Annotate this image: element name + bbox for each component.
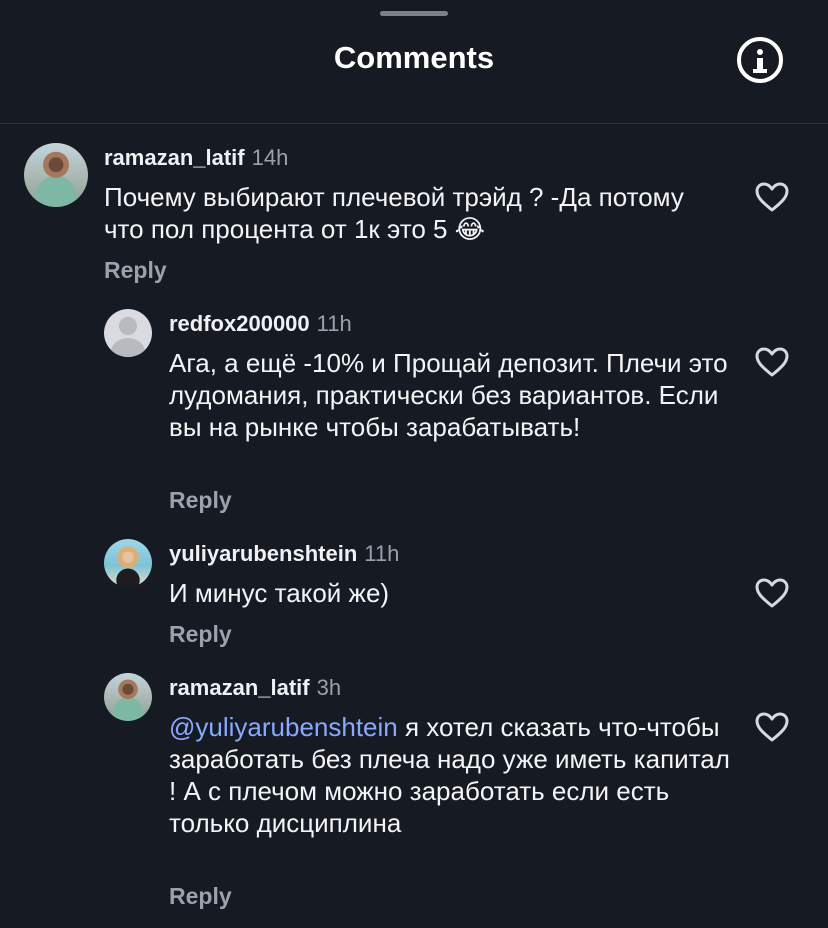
- avatar-head-icon: [119, 317, 137, 335]
- comments-header: Comments: [0, 0, 828, 124]
- avatar[interactable]: [104, 309, 152, 357]
- avatar-body-icon: [111, 338, 145, 357]
- heart-icon[interactable]: [755, 347, 789, 378]
- info-icon[interactable]: [737, 37, 783, 83]
- comment-text: Почему выбирают плечевой трэйд ? -Да пот…: [104, 182, 684, 244]
- heart-icon[interactable]: [755, 182, 789, 213]
- avatar[interactable]: [104, 539, 152, 587]
- username[interactable]: yuliyarubenshtein: [169, 541, 357, 566]
- comment-meta: ramazan_latif 14h: [104, 145, 288, 171]
- reply-button[interactable]: Reply: [169, 883, 232, 910]
- reply-button[interactable]: Reply: [169, 487, 232, 514]
- username[interactable]: ramazan_latif: [104, 145, 245, 170]
- comments-sheet: Comments ramazan_latif 14h Почему выбираю…: [0, 0, 828, 928]
- heart-icon[interactable]: [755, 712, 789, 743]
- comment-meta: ramazan_latif 3h: [169, 675, 341, 701]
- heart-icon[interactable]: [755, 578, 789, 609]
- info-icon-dot: [757, 49, 763, 55]
- avatar[interactable]: [24, 143, 88, 207]
- info-icon-base: [753, 69, 767, 73]
- comment-text: Ага, а ещё -10% и Прощай депозит. Плечи …: [169, 348, 728, 442]
- comment-time: 11h: [316, 311, 352, 336]
- username[interactable]: redfox200000: [169, 311, 310, 336]
- username[interactable]: ramazan_latif: [169, 675, 310, 700]
- comment-meta: redfox200000 11h: [169, 311, 352, 337]
- comment-time: 14h: [251, 145, 289, 170]
- comment-text: @yuliyarubenshtein я хотел сказать что-ч…: [169, 711, 734, 839]
- reply-button[interactable]: Reply: [169, 621, 232, 648]
- comment-time: 11h: [364, 541, 400, 566]
- comment-time: 3h: [316, 675, 342, 700]
- comment-text: И минус такой же): [169, 578, 390, 608]
- reply-button[interactable]: Reply: [104, 257, 167, 284]
- page-title: Comments: [333, 40, 495, 75]
- comment-meta: yuliyarubenshtein 11h: [169, 541, 399, 567]
- avatar[interactable]: [104, 673, 152, 721]
- mention-link[interactable]: @yuliyarubenshtein: [169, 712, 398, 742]
